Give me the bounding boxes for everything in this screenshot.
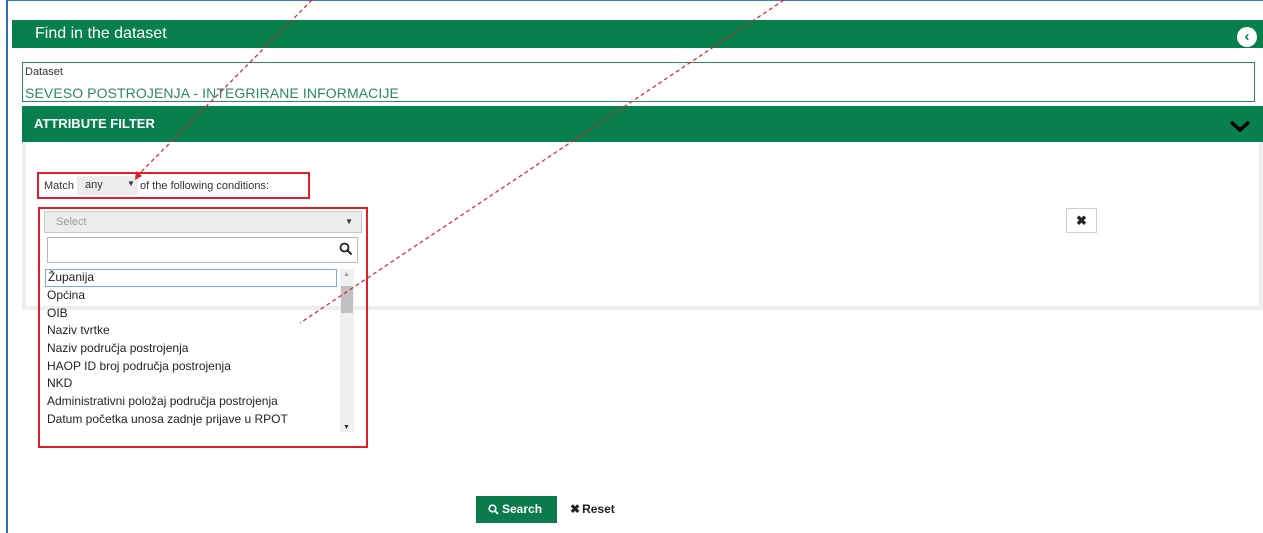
chevron-down-icon[interactable] <box>1229 120 1251 132</box>
match-mode-value: any <box>85 179 103 191</box>
window-left-border <box>6 0 8 533</box>
search-icon <box>339 242 353 256</box>
scrollbar-thumb[interactable] <box>341 286 353 313</box>
dropdown-option[interactable]: Naziv područja postrojenja <box>45 340 342 358</box>
panel-title: Find in the dataset <box>35 25 167 42</box>
match-suffix: of the following conditions: <box>140 180 270 192</box>
dataset-value: SEVESO POSTROJENJA - INTEGRIRANE INFORMA… <box>25 85 399 101</box>
dropdown-option[interactable]: Datum početka unosa zadnje prijave u RPO… <box>45 411 342 429</box>
scroll-up-arrow-icon[interactable]: ▲ <box>343 271 350 278</box>
dataset-label: Dataset <box>25 66 63 78</box>
dropdown-option[interactable]: NKD <box>45 375 342 393</box>
search-button[interactable]: Search <box>476 496 557 523</box>
caret-down-icon: ▼ <box>345 217 353 226</box>
caret-down-icon: ▼ <box>127 179 135 188</box>
dropdown-option[interactable]: Općina <box>45 287 342 305</box>
condition-field-placeholder: Select <box>56 216 87 228</box>
dropdown-option[interactable]: HAOP ID broj područja postrojenja <box>45 358 342 376</box>
search-button-label: Search <box>502 502 543 516</box>
reset-button-label: Reset <box>582 502 615 516</box>
dropdown-option[interactable]: OIB <box>45 305 342 323</box>
remove-condition-button[interactable]: ✖ <box>1066 208 1097 233</box>
dropdown-search-input[interactable] <box>47 237 358 263</box>
condition-field-select[interactable]: Select ▼ <box>44 211 362 233</box>
dropdown-option[interactable]: Naziv tvrtke <box>45 322 342 340</box>
condition-field-dropdown: Select ▼ Županija Općina OIB Naziv tvrtk… <box>38 207 368 448</box>
window-top-border <box>6 0 1263 1</box>
close-icon: ✖ <box>1076 213 1087 228</box>
dropdown-options: Županija Općina OIB Naziv tvrtke Naziv p… <box>45 269 342 431</box>
panel-header: Find in the dataset ‹ <box>12 20 1263 48</box>
close-icon: ✖ <box>570 502 581 516</box>
dataset-field[interactable]: Dataset SEVESO POSTROJENJA - INTEGRIRANE… <box>22 62 1255 102</box>
attribute-filter-title: ATTRIBUTE FILTER <box>34 116 155 131</box>
attribute-filter-header[interactable]: ATTRIBUTE FILTER <box>22 106 1263 142</box>
scroll-down-arrow-icon[interactable]: ▼ <box>343 424 350 431</box>
match-mode-select[interactable]: any ▼ <box>77 176 138 195</box>
match-prefix: Match <box>44 180 74 192</box>
search-icon <box>488 504 499 515</box>
reset-button[interactable]: ✖ Reset <box>570 502 615 516</box>
dropdown-scrollbar[interactable]: ▲ ▼ <box>340 269 354 432</box>
match-row: Match any ▼ of the following conditions: <box>37 172 310 199</box>
dropdown-option[interactable]: Županija <box>45 269 337 287</box>
chevron-left-circle-icon[interactable]: ‹ <box>1237 27 1257 47</box>
dropdown-option[interactable]: Administrativni položaj područja postroj… <box>45 393 342 411</box>
